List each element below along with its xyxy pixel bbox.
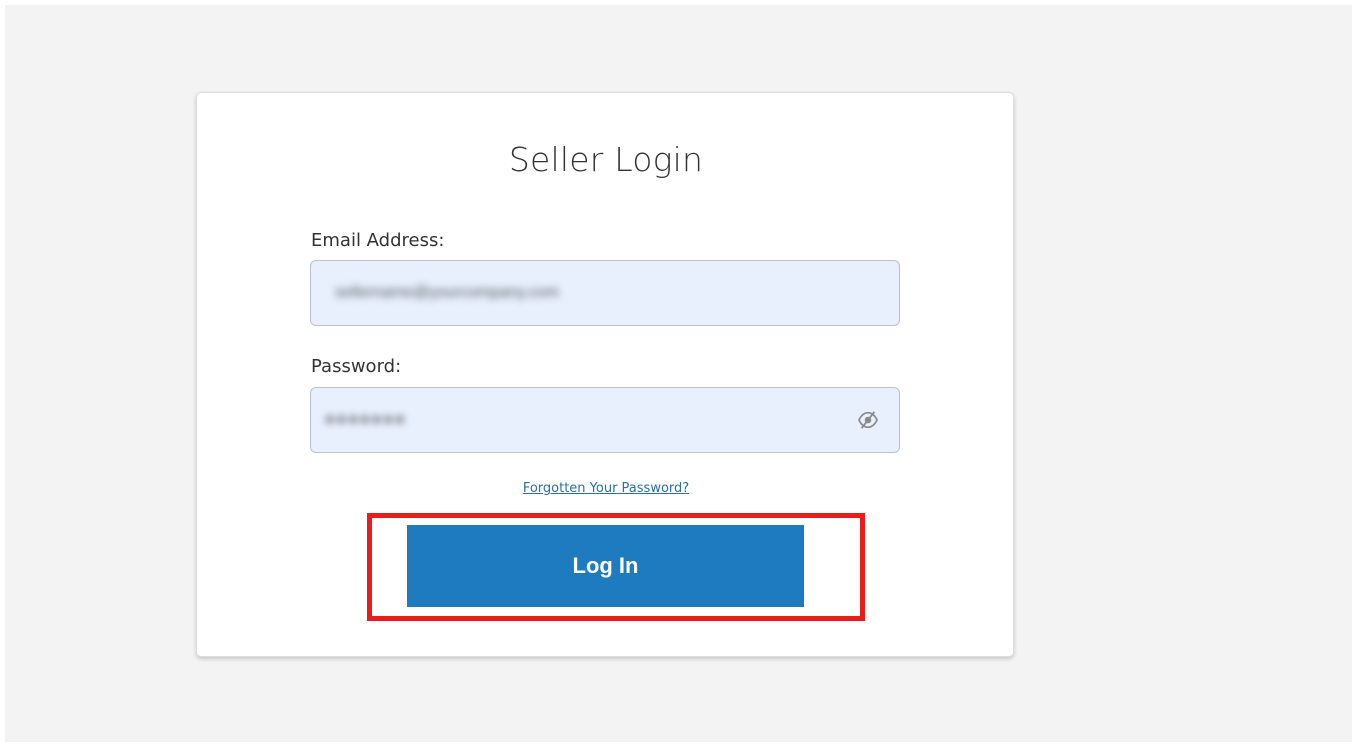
password-field[interactable]: ●●●●●●● <box>310 387 900 453</box>
email-value: sellername@yourcompany.com <box>335 284 560 301</box>
log-in-button[interactable]: Log In <box>407 525 804 607</box>
email-field[interactable]: sellername@yourcompany.com <box>310 260 900 326</box>
email-label: Email Address: <box>311 230 445 251</box>
password-label: Password: <box>311 356 402 377</box>
password-value: ●●●●●●● <box>325 411 407 428</box>
forgot-password-link[interactable]: Forgotten Your Password? <box>0 481 1212 496</box>
page: Seller Login Email Address: sellername@y… <box>0 0 1357 747</box>
eye-slash-icon[interactable] <box>857 410 879 430</box>
page-title: Seller Login <box>508 140 704 179</box>
